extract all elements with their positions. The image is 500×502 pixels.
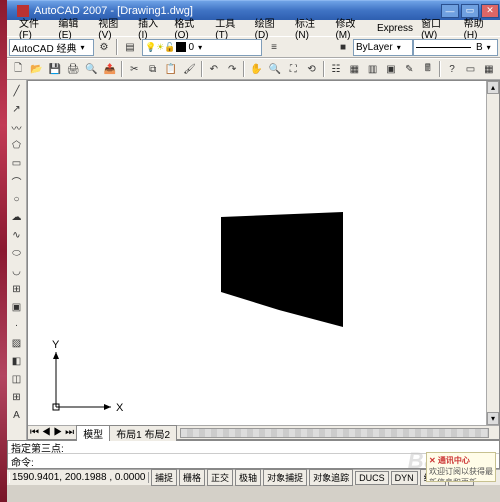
coordinates-readout: 1590.9401, 200.1988 , 0.0000 xyxy=(9,472,149,483)
copy-icon[interactable]: ⧉ xyxy=(145,60,161,78)
region-icon[interactable]: ◫ xyxy=(9,371,25,387)
menu-express[interactable]: Express xyxy=(373,22,417,35)
gradient-icon[interactable]: ◧ xyxy=(9,353,25,369)
layer-prev-icon[interactable]: ≡ xyxy=(265,38,283,56)
publish-icon[interactable]: 📤 xyxy=(102,60,118,78)
spline-icon[interactable]: ∿ xyxy=(9,227,25,243)
horizontal-scrollbar[interactable] xyxy=(180,428,489,438)
os-sidebar-strip xyxy=(0,0,7,502)
color-value: ByLayer xyxy=(356,42,393,53)
pline-icon[interactable]: 〰 xyxy=(9,119,25,135)
pan-icon[interactable]: ✋ xyxy=(248,60,264,78)
calc-icon[interactable]: 🖩 xyxy=(420,60,436,78)
ortho-toggle[interactable]: 正交 xyxy=(207,469,233,486)
designcenter-icon[interactable]: ▦ xyxy=(346,60,362,78)
print-icon[interactable]: 🖨 xyxy=(65,60,81,78)
insert-block-icon[interactable]: ⊞ xyxy=(9,281,25,297)
new-icon[interactable]: 🗋 xyxy=(10,60,26,78)
color-swatch-icon[interactable]: ■ xyxy=(334,38,352,56)
linetype-combo[interactable]: B xyxy=(413,39,498,56)
preview-icon[interactable]: 🔍 xyxy=(83,60,99,78)
layout-tabs: ⏮ ◀ ▶ ⏭ 模型 布局1 布局2 xyxy=(28,425,499,439)
tab-nav-buttons[interactable]: ⏮ ◀ ▶ ⏭ xyxy=(28,427,76,438)
scroll-up-icon[interactable]: ▴ xyxy=(487,81,499,94)
arc-icon[interactable]: ⌒ xyxy=(9,173,25,189)
otrack-toggle[interactable]: 对象追踪 xyxy=(309,469,353,486)
undo-icon[interactable]: ↶ xyxy=(206,60,222,78)
mtext-icon[interactable]: A xyxy=(9,407,25,423)
hatch-icon[interactable]: ▨ xyxy=(9,335,25,351)
layer-color-swatch xyxy=(176,42,186,52)
revcloud-icon[interactable]: ☁ xyxy=(9,209,25,225)
paste-icon[interactable]: 📋 xyxy=(163,60,179,78)
cut-icon[interactable]: ✂ xyxy=(126,60,142,78)
draw-toolbar: ╱ ↗ 〰 ⬠ ▭ ⌒ ○ ☁ ∿ ⬭ ◡ ⊞ ▣ · ▨ ◧ ◫ ⊞ A xyxy=(7,80,27,440)
markup-icon[interactable]: ✎ xyxy=(401,60,417,78)
tab-layouts[interactable]: 布局1 布局2 xyxy=(109,425,177,441)
block-icon[interactable]: ▭ xyxy=(462,60,478,78)
point-icon[interactable]: · xyxy=(9,317,25,333)
polar-toggle[interactable]: 极轴 xyxy=(235,469,261,486)
toolpalette-icon[interactable]: ▥ xyxy=(364,60,380,78)
toolbar-standard: 🗋 📂 💾 🖨 🔍 📤 ✂ ⧉ 📋 🖌 ↶ ↷ ✋ 🔍 ⛶ ⟲ ☷ ▦ ▥ ▣ … xyxy=(7,58,500,80)
refedit-icon[interactable]: ▦ xyxy=(481,60,497,78)
vertical-scrollbar[interactable]: ▴ ▾ xyxy=(486,81,499,425)
table-icon[interactable]: ⊞ xyxy=(9,389,25,405)
drawn-solid-shape xyxy=(221,212,351,332)
notification-balloon[interactable]: ✕ 通讯中心 欢迎订阅以获得最新信息和更新 xyxy=(426,452,496,482)
tab-model[interactable]: 模型 xyxy=(76,425,110,441)
osnap-toggle[interactable]: 对象捕捉 xyxy=(263,469,307,486)
workspace-value: AutoCAD 经典 xyxy=(12,40,76,55)
toolbar-workspace-layers: AutoCAD 经典 ⚙ ▤ 💡 ☀ 🔓 0 ≡ ■ ByLayer B xyxy=(7,36,500,58)
save-icon[interactable]: 💾 xyxy=(47,60,63,78)
layer-current: 0 xyxy=(189,42,195,53)
scroll-down-icon[interactable]: ▾ xyxy=(487,412,499,425)
notification-title: ✕ 通讯中心 xyxy=(429,455,493,466)
notification-body: 欢迎订阅以获得最新信息和更新 xyxy=(429,466,493,482)
help-icon[interactable]: ? xyxy=(444,60,460,78)
ellipse-icon[interactable]: ⬭ xyxy=(9,245,25,261)
workspace-settings-icon[interactable]: ⚙ xyxy=(95,38,113,56)
zoom-win-icon[interactable]: ⛶ xyxy=(285,60,301,78)
ucs-icon: X Y xyxy=(46,337,126,417)
xline-icon[interactable]: ↗ xyxy=(9,101,25,117)
ellipsearc-icon[interactable]: ◡ xyxy=(9,263,25,279)
workspace-combo[interactable]: AutoCAD 经典 xyxy=(9,39,94,56)
menubar: 文件(F) 编辑(E) 视图(V) 插入(I) 格式(O) 工具(T) 绘图(D… xyxy=(7,20,500,36)
properties-icon[interactable]: ☷ xyxy=(328,60,344,78)
ucs-x-label: X xyxy=(116,402,124,414)
ducs-toggle[interactable]: DUCS xyxy=(355,471,389,485)
line-icon[interactable]: ╱ xyxy=(9,83,25,99)
rectangle-icon[interactable]: ▭ xyxy=(9,155,25,171)
snap-toggle[interactable]: 捕捉 xyxy=(151,469,177,486)
zoom-prev-icon[interactable]: ⟲ xyxy=(303,60,319,78)
open-icon[interactable]: 📂 xyxy=(28,60,44,78)
circle-icon[interactable]: ○ xyxy=(9,191,25,207)
color-combo[interactable]: ByLayer xyxy=(353,39,413,56)
redo-icon[interactable]: ↷ xyxy=(224,60,240,78)
drawing-canvas[interactable]: X Y ▴ ▾ ⏮ ◀ ▶ ⏭ 模型 布局1 布局2 xyxy=(27,80,500,440)
sheetset-icon[interactable]: ▣ xyxy=(383,60,399,78)
menu-dim[interactable]: 标注(N) xyxy=(291,14,331,42)
polygon-icon[interactable]: ⬠ xyxy=(9,137,25,153)
make-block-icon[interactable]: ▣ xyxy=(9,299,25,315)
zoom-rt-icon[interactable]: 🔍 xyxy=(267,60,283,78)
layer-manager-icon[interactable]: ▤ xyxy=(121,38,139,56)
linetype-value: B xyxy=(476,42,483,53)
ucs-y-label: Y xyxy=(52,339,60,351)
matchprop-icon[interactable]: 🖌 xyxy=(181,60,197,78)
layer-combo[interactable]: 💡 ☀ 🔓 0 xyxy=(142,39,262,56)
grid-toggle[interactable]: 栅格 xyxy=(179,469,205,486)
